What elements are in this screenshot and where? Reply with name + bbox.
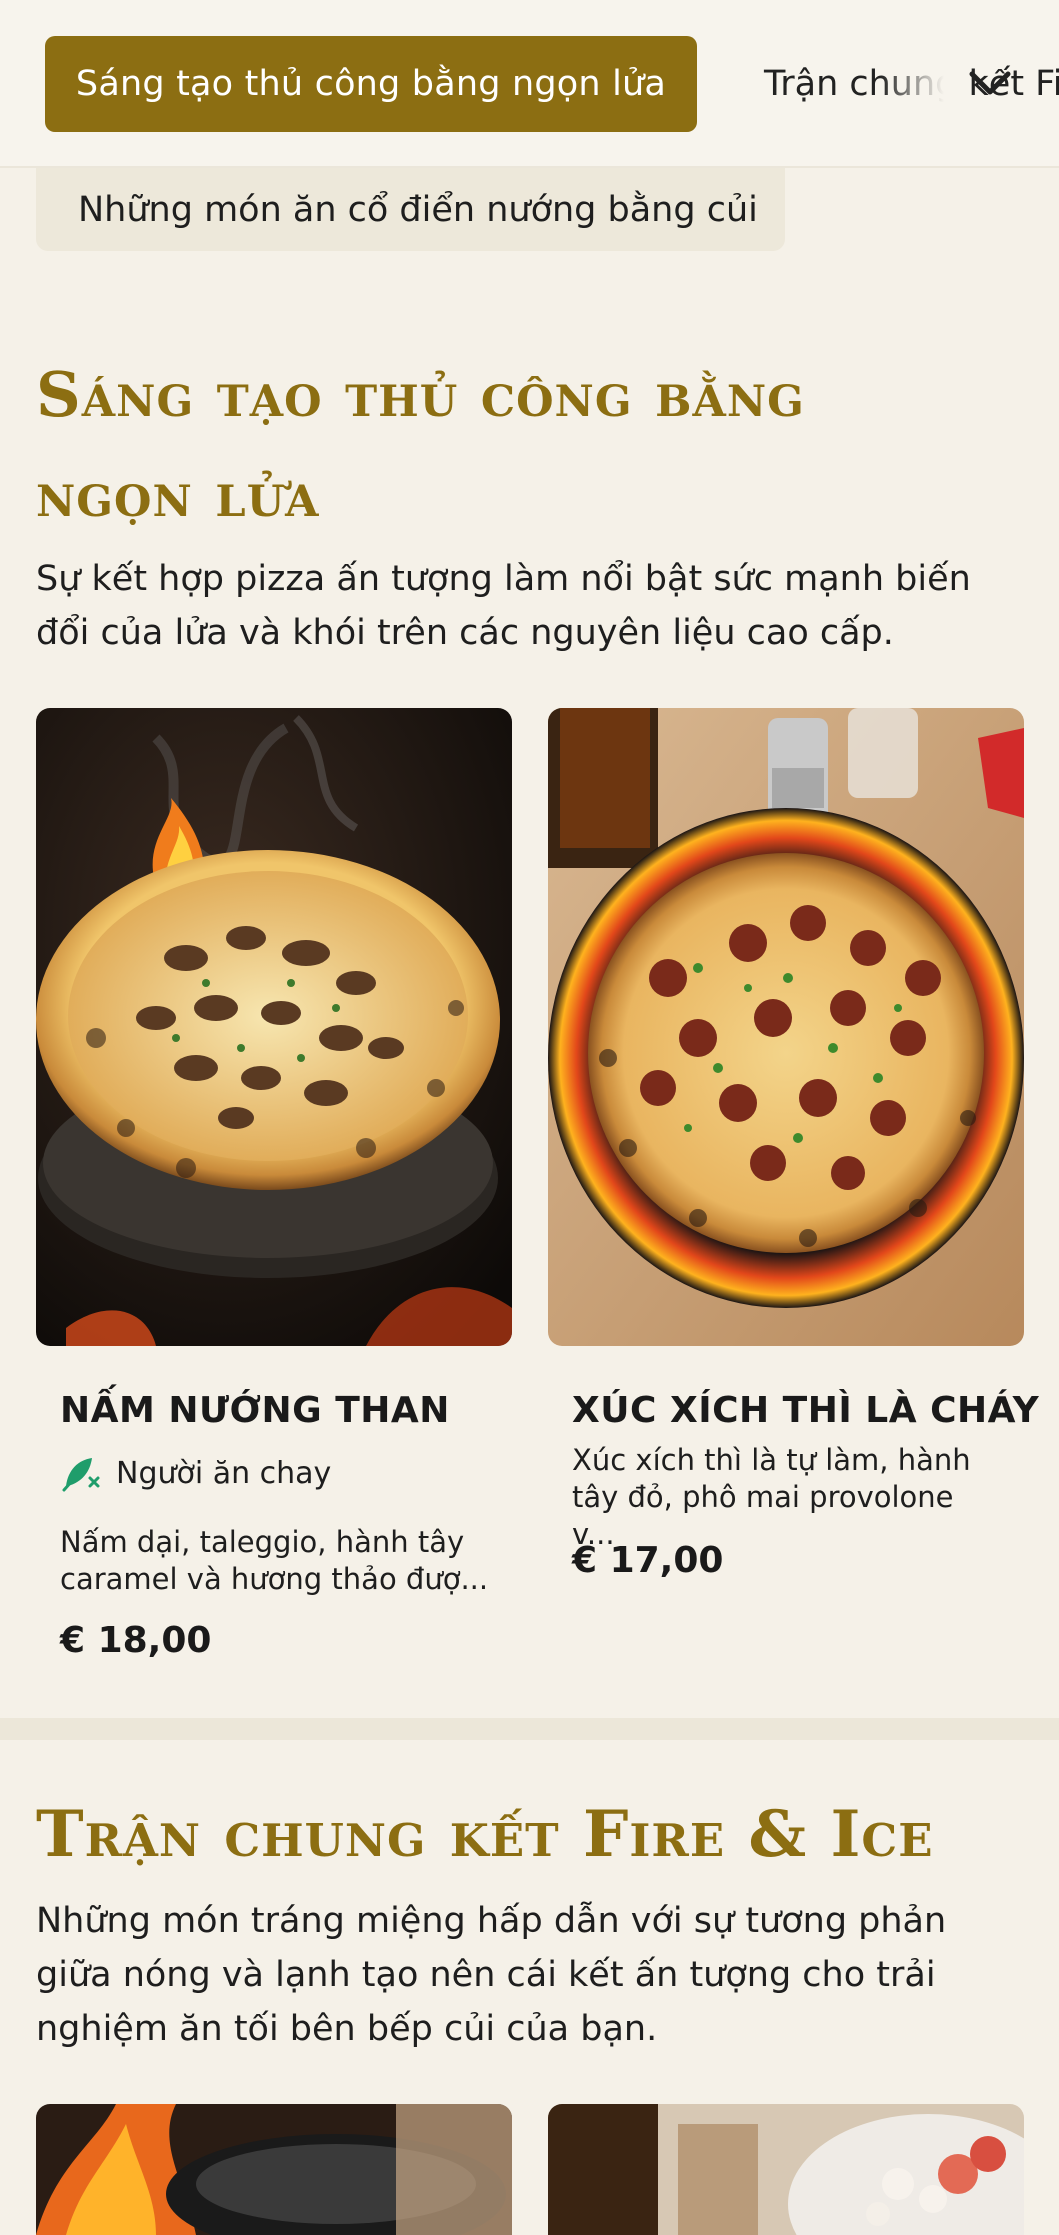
section-title-line1: Sáng tạo thủ công bằng [36, 358, 805, 431]
section-description-fire-ice: Những món tráng miệng hấp dẫn với sự tươ… [36, 1901, 947, 2049]
item-name-mushroom: NẤM NƯỚNG THAN [60, 1390, 450, 1431]
section-description: Sự kết hợp pizza ấn tượng làm nổi bật sứ… [36, 559, 971, 653]
category-nav-bar: Sáng tạo thủ công bằng ngọn lửa Trận chu… [0, 0, 1059, 168]
nav-fade-overlay [880, 30, 960, 138]
item-description-fennel-sausage: Xúc xích thì là tự làm, hành tây đỏ, phô… [572, 1443, 971, 1551]
previous-section-chip[interactable]: Những món ăn cổ điển nướng bằng củi [36, 168, 785, 251]
item-price-fennel-sausage: € 17,00 [572, 1540, 724, 1581]
section-title-fire-ice: Trận chung kết Fire & Ice [36, 1797, 934, 1872]
section-title-line2: ngọn lửa [36, 458, 320, 531]
item-price-mushroom: € 18,00 [60, 1620, 212, 1661]
section-divider [0, 1718, 1059, 1740]
pizza-image-mushroom[interactable] [36, 708, 512, 1346]
pizza-image-fennel-sausage[interactable] [548, 708, 1024, 1346]
chevron-down-icon[interactable] [962, 56, 1018, 112]
vegetarian-leaf-icon [62, 1458, 100, 1492]
dessert-image-1[interactable] [36, 2104, 512, 2235]
item-name-fennel-sausage: XÚC XÍCH THÌ LÀ CHÁY [572, 1390, 1040, 1431]
vegetarian-tag: Người ăn chay [60, 1452, 331, 1494]
vegetarian-tag-label: Người ăn chay [116, 1455, 332, 1491]
category-tab-flame-crafted[interactable]: Sáng tạo thủ công bằng ngọn lửa [45, 36, 697, 132]
dessert-image-2[interactable] [548, 2104, 1024, 2235]
menu-page: Sáng tạo thủ công bằng ngọn lửa Trận chu… [0, 0, 1059, 2235]
item-description-mushroom: Nấm dại, taleggio, hành tây caramel và h… [60, 1525, 489, 1596]
